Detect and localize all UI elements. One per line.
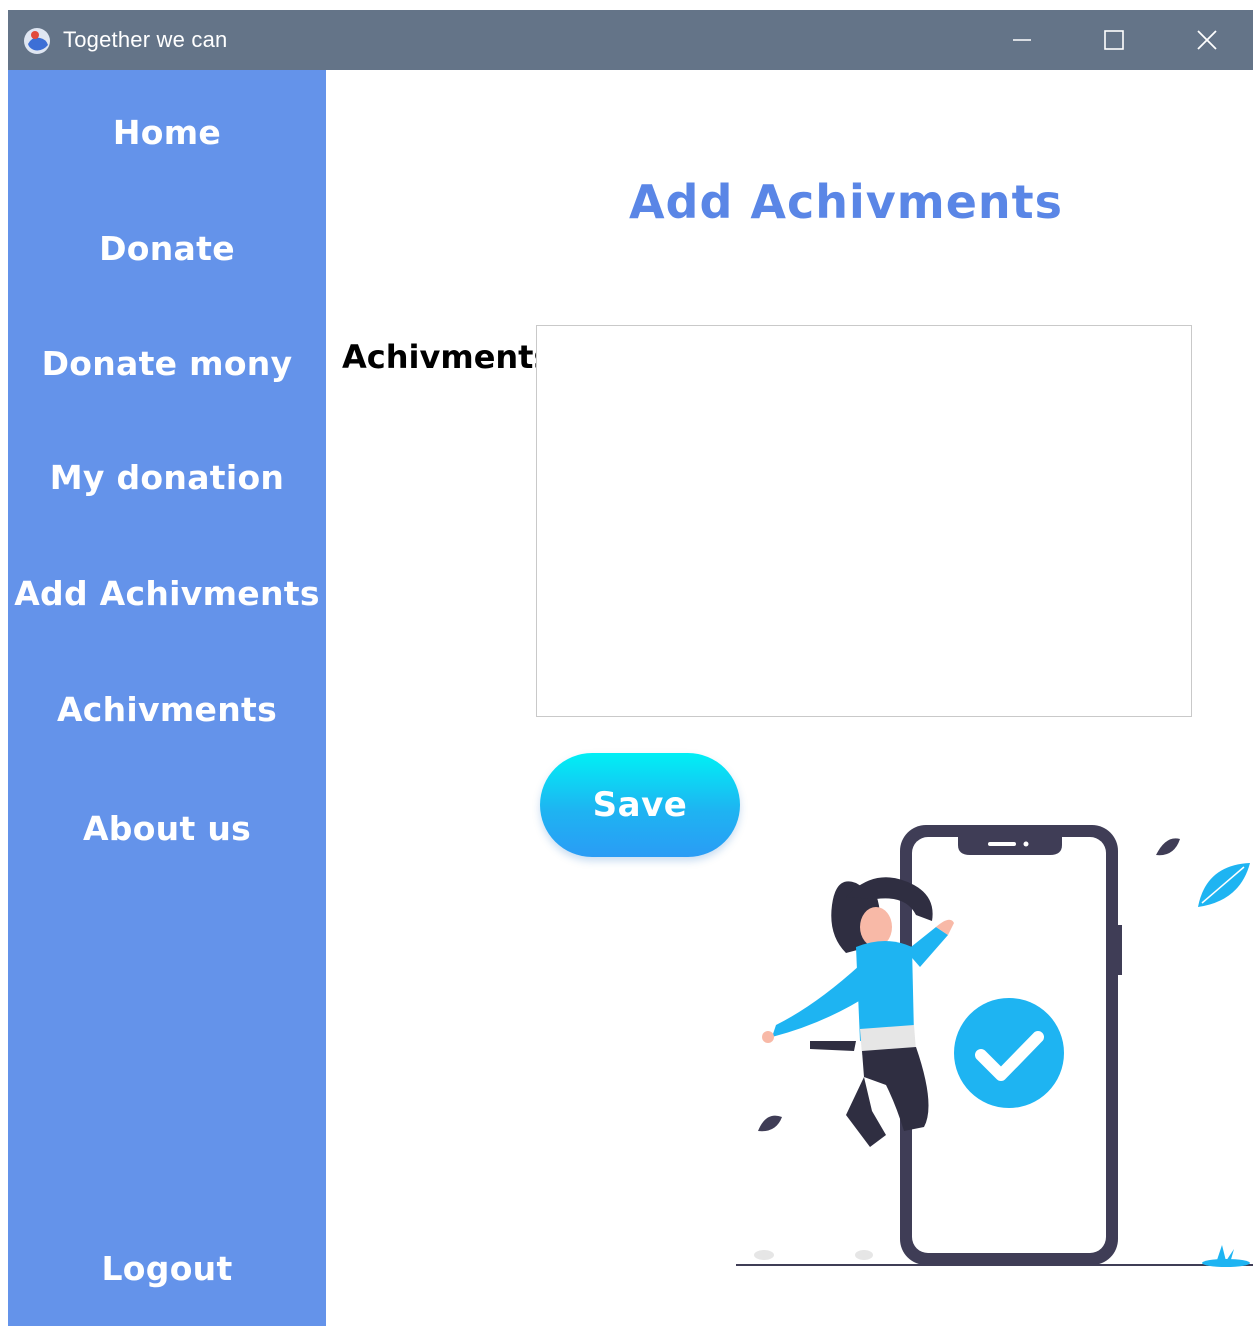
sidebar-item-add-achivments[interactable]: Add Achivments (8, 563, 326, 623)
window-title: Together we can (63, 27, 228, 52)
sidebar-item-donate-mony[interactable]: Donate mony (8, 333, 326, 393)
main-content: Add Achivments Achivments Save (326, 70, 1253, 1326)
app-window: Together we can Home Donate Donate mony … (8, 10, 1253, 1326)
achivments-label: Achivments (342, 338, 553, 376)
sidebar: Home Donate Donate mony My donation Add … (8, 70, 326, 1326)
close-icon (1197, 30, 1217, 50)
maximize-icon (1104, 30, 1124, 50)
app-globe-icon (24, 28, 50, 54)
sidebar-item-achivments[interactable]: Achivments (8, 679, 326, 739)
title-bar[interactable]: Together we can (8, 10, 1253, 70)
maximize-button[interactable] (1068, 10, 1160, 70)
sidebar-item-about-us[interactable]: About us (8, 798, 326, 858)
success-illustration (736, 825, 1253, 1267)
sidebar-item-logout[interactable]: Logout (8, 1238, 326, 1298)
sidebar-item-donate[interactable]: Donate (8, 218, 326, 278)
achivments-textarea[interactable] (536, 325, 1192, 717)
page-title: Add Achivments (628, 175, 1064, 229)
save-button[interactable]: Save (540, 753, 740, 857)
minimize-button[interactable] (976, 10, 1068, 70)
minimize-icon (1013, 39, 1031, 41)
sidebar-item-home[interactable]: Home (8, 102, 326, 162)
close-button[interactable] (1161, 10, 1253, 70)
sidebar-item-my-donation[interactable]: My donation (8, 447, 326, 507)
